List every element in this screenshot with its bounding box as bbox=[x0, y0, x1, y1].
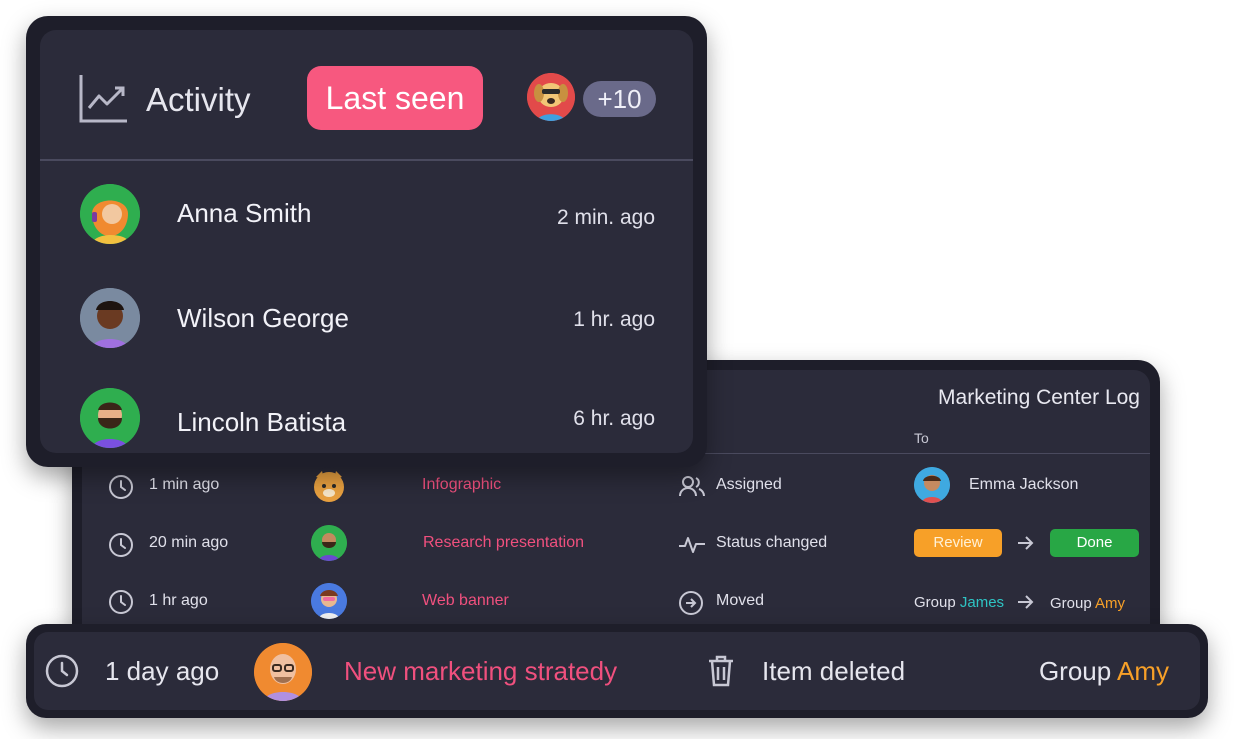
avatar bbox=[80, 184, 140, 244]
activity-card: Activity Last seen +10 Anna Smith 2 min.… bbox=[26, 16, 707, 467]
move-arrow-circle-icon bbox=[679, 591, 703, 615]
entry-group: Group Amy bbox=[1039, 656, 1169, 687]
avatar bbox=[311, 583, 347, 619]
user-name: Wilson George bbox=[177, 303, 349, 333]
entry-group-label: Group bbox=[1038, 656, 1112, 686]
from-group: Group James bbox=[914, 594, 1004, 611]
trash-icon bbox=[709, 655, 733, 687]
clock-icon bbox=[109, 590, 133, 614]
from-group-label: Group bbox=[914, 594, 956, 611]
activity-pulse-icon bbox=[679, 537, 705, 553]
avatar bbox=[80, 388, 140, 448]
avatar bbox=[310, 467, 348, 505]
last-seen-button[interactable]: Last seen bbox=[307, 66, 483, 130]
to-group-name: Amy bbox=[1095, 595, 1126, 612]
log-entry-highlight-card: 1 day ago New marketing stratedy Item de… bbox=[26, 624, 1208, 718]
row-action: Moved bbox=[716, 592, 765, 609]
clock-icon bbox=[45, 654, 79, 688]
activity-panel: Activity Last seen +10 Anna Smith 2 min.… bbox=[40, 30, 693, 453]
avatar bbox=[254, 643, 312, 701]
status-badge-review: Review bbox=[914, 529, 1002, 557]
avatar bbox=[527, 73, 575, 121]
header-divider bbox=[40, 159, 693, 161]
activity-title: Activity bbox=[146, 81, 251, 118]
user-last-seen: 2 min. ago bbox=[556, 206, 655, 229]
row-time: 20 min ago bbox=[149, 534, 229, 551]
row-time: 1 hr ago bbox=[149, 592, 208, 609]
row-time: 1 min ago bbox=[149, 476, 220, 493]
entry-time: 1 day ago bbox=[105, 656, 220, 686]
clock-icon bbox=[109, 475, 133, 499]
column-header-to: To bbox=[914, 430, 929, 446]
entry-item-link[interactable]: New marketing stratedy bbox=[344, 656, 617, 687]
users-icon bbox=[679, 476, 705, 497]
log-entry-highlight[interactable]: 1 day ago New marketing stratedy Item de… bbox=[34, 632, 1200, 710]
entry-group-name: Amy bbox=[1117, 656, 1169, 686]
to-group: Group Amy bbox=[1050, 595, 1125, 612]
user-name: Lincoln Batista bbox=[177, 407, 347, 437]
more-users-badge[interactable]: +10 bbox=[583, 81, 656, 117]
row-to-name: Emma Jackson bbox=[969, 476, 1079, 493]
status-badge-done: Done bbox=[1050, 529, 1139, 557]
row-action: Assigned bbox=[716, 476, 782, 493]
row-item-link[interactable]: Web banner bbox=[422, 592, 509, 610]
avatar bbox=[80, 288, 140, 348]
clock-icon bbox=[109, 533, 133, 557]
from-group-name: James bbox=[959, 594, 1005, 611]
arrow-right-icon bbox=[1018, 536, 1034, 550]
chart-line-icon bbox=[79, 75, 127, 123]
avatar bbox=[914, 467, 950, 503]
arrow-right-icon bbox=[1018, 595, 1034, 609]
user-last-seen: 6 hr. ago bbox=[573, 407, 655, 430]
row-item-link[interactable]: Infographic bbox=[422, 476, 501, 494]
to-group-label: Group bbox=[1050, 595, 1092, 612]
avatar bbox=[311, 525, 347, 561]
row-action: Status changed bbox=[716, 534, 828, 551]
entry-action: Item deleted bbox=[762, 656, 906, 686]
row-item-link[interactable]: Research presentation bbox=[423, 534, 584, 552]
user-name: Anna Smith bbox=[177, 198, 312, 228]
user-last-seen: 1 hr. ago bbox=[573, 308, 655, 331]
log-title: Marketing Center Log bbox=[938, 386, 1140, 409]
